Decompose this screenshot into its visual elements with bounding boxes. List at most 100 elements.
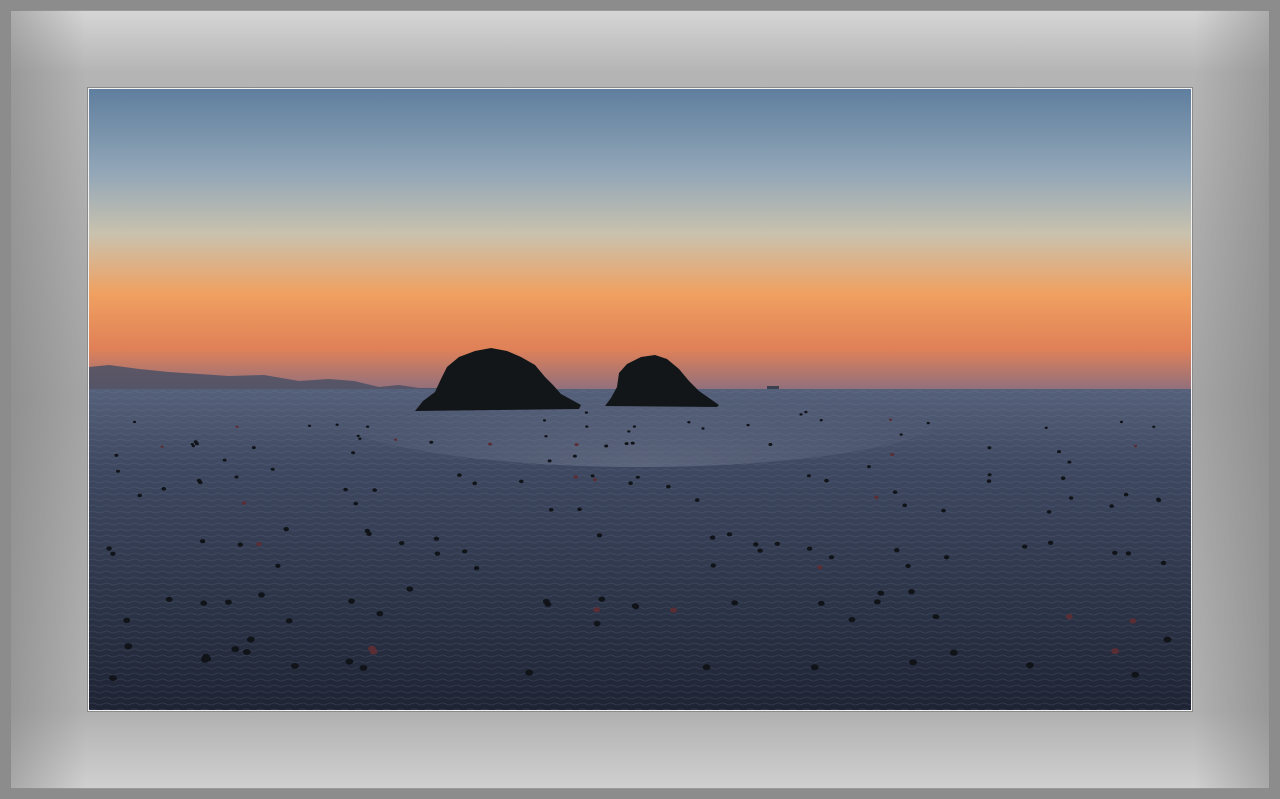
buoy [593,607,601,613]
buoy [372,488,378,492]
buoy [890,453,895,456]
buoy [191,444,195,448]
buoy [630,441,635,445]
buoy [899,433,903,436]
buoy [225,599,232,605]
buoy [585,425,589,428]
buoy [462,549,468,554]
buoy [1046,510,1052,514]
buoy [902,503,907,508]
buoy [824,478,829,483]
buoy [406,586,414,592]
buoy [359,664,368,671]
buoy [598,596,606,602]
buoy [275,563,281,568]
buoy [1026,662,1034,669]
buoy [199,539,206,544]
buoy [1022,544,1028,549]
buoy [926,421,930,425]
buoy [694,498,700,502]
buoy [888,418,893,421]
buoy [544,601,552,607]
buoy [943,555,950,560]
buoy [892,490,898,495]
scene-image [89,89,1191,710]
buoy [804,410,808,414]
buoy [710,563,716,568]
buoy [877,590,885,596]
buoy [1047,540,1054,545]
buoy [828,555,835,560]
buoy [905,563,911,569]
buoy [433,536,440,541]
buoy [774,541,780,546]
buoy [473,566,480,571]
buoy [627,430,631,433]
buoy [731,600,739,606]
buoy [241,501,247,505]
buoy [628,481,633,486]
buoy [596,533,603,538]
buoy [753,542,759,547]
buoy [256,542,262,547]
buoy [345,658,354,665]
buoy [457,473,462,477]
buoy [394,438,398,441]
buoy [799,413,803,416]
buoy [366,425,370,428]
buoy [604,444,609,448]
buoy [874,599,881,605]
buoy [548,508,554,512]
buoy [203,655,212,662]
buoy [124,643,133,650]
buoy [757,548,763,553]
buoy [867,465,871,469]
buoy [343,487,348,492]
buoy [574,443,579,447]
buoy [1057,450,1061,454]
buoy [1067,460,1072,464]
buoy [235,425,239,428]
buoy [291,663,299,669]
buoy [246,636,255,643]
buoy [114,453,119,457]
buoy [670,607,677,613]
buoy [1060,476,1066,481]
buoy [285,618,293,624]
buoy [399,541,405,546]
buoy [819,419,823,422]
buoy [666,484,671,489]
buoy [123,617,131,624]
buoy [258,592,265,598]
buoy [1119,420,1124,424]
buoy [1133,444,1138,448]
buoy [1065,614,1073,620]
buoy [1044,426,1048,429]
buoy [1125,551,1132,556]
buoy [234,475,239,479]
buoy [584,411,588,414]
buoy [270,467,275,471]
buoy [1109,504,1114,508]
buoy [806,474,811,478]
buoy [1111,648,1120,655]
buoy [709,535,716,540]
buoy [635,475,640,479]
photo [88,88,1192,711]
buoy [544,435,548,438]
buoy [356,434,360,438]
buoy [472,481,478,486]
buoy [237,542,243,547]
buoy [116,469,120,473]
buoy [1131,671,1140,678]
buoy [806,546,813,551]
buoy [577,507,582,512]
buoy [1152,425,1156,428]
buoy [242,649,251,655]
buoy [592,478,597,482]
buoy [894,548,900,553]
buoy [194,442,199,446]
buoy [908,589,915,595]
buoy [160,445,164,448]
buoy [434,551,441,556]
